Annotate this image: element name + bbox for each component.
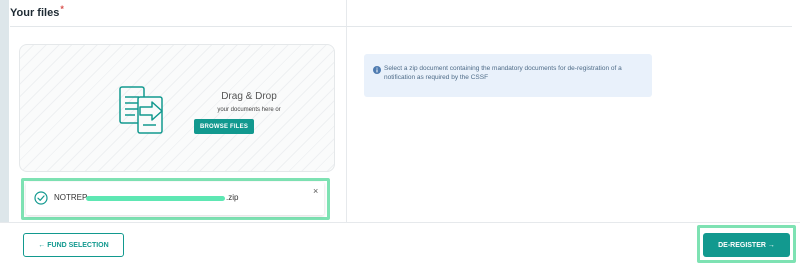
document-upload-icon	[119, 86, 163, 134]
info-box: Select a zip document containing the man…	[364, 54, 652, 97]
section-title: Your files*	[10, 4, 64, 19]
file-name-redacted	[86, 196, 225, 201]
fund-selection-button[interactable]: ← FUND SELECTION	[23, 233, 124, 257]
section-title-text: Your files	[10, 7, 60, 19]
title-divider	[10, 26, 792, 27]
file-name-prefix: NOTREP	[54, 193, 88, 202]
check-circle-icon	[34, 191, 48, 205]
uploaded-file-card: NOTREP .zip ×	[26, 182, 324, 215]
close-icon[interactable]: ×	[313, 186, 318, 196]
de-register-button[interactable]: DE-REGISTER →	[703, 233, 790, 257]
dropzone-subtitle: your documents here or	[217, 107, 281, 113]
left-accent-bar	[0, 0, 9, 222]
file-dropzone[interactable]: Drag & Drop your documents here or BROWS…	[19, 44, 335, 172]
info-icon	[373, 66, 381, 74]
required-marker: *	[60, 4, 64, 14]
browse-files-button[interactable]: BROWSE FILES	[194, 119, 254, 134]
info-text: Select a zip document containing the man…	[384, 65, 622, 81]
dropzone-title: Drag & Drop	[221, 91, 277, 102]
file-name-suffix: .zip	[226, 193, 239, 202]
footer-divider	[0, 222, 800, 223]
column-divider	[346, 0, 347, 222]
